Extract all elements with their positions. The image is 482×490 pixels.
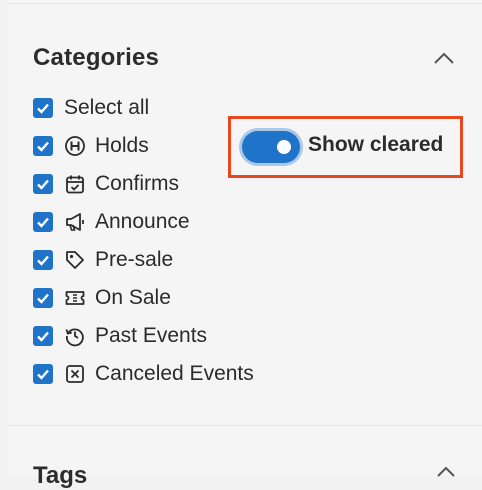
megaphone-icon — [64, 211, 86, 233]
divider — [8, 425, 482, 426]
checkbox[interactable] — [33, 288, 53, 308]
x-square-icon — [64, 363, 86, 385]
checkbox[interactable] — [33, 174, 53, 194]
tag-icon — [64, 249, 86, 271]
checkbox[interactable] — [33, 326, 53, 346]
category-canceled-events[interactable]: Canceled Events — [33, 360, 254, 388]
divider — [8, 3, 482, 4]
chevron-up-icon[interactable] — [436, 466, 456, 478]
category-label: Announce — [95, 210, 190, 233]
category-label: Select all — [64, 96, 150, 119]
calendar-check-icon — [64, 173, 86, 195]
category-label: Holds — [95, 134, 149, 157]
checkbox[interactable] — [33, 98, 53, 118]
category-label: Pre-sale — [95, 248, 174, 271]
show-cleared-toggle[interactable] — [242, 131, 300, 163]
h-circle-icon — [64, 135, 86, 157]
history-icon — [64, 325, 86, 347]
show-cleared-label: Show cleared — [308, 133, 444, 156]
category-past-events[interactable]: Past Events — [33, 322, 207, 350]
category-label: Confirms — [95, 172, 180, 195]
category-select-all[interactable]: Select all — [33, 94, 149, 122]
section-title: Categories — [33, 44, 160, 71]
ticket-icon — [64, 287, 86, 309]
chevron-up-icon[interactable] — [432, 50, 456, 66]
category-label: Past Events — [95, 324, 208, 347]
toggle-knob — [277, 140, 291, 154]
category-on-sale[interactable]: On Sale — [33, 284, 171, 312]
category-pre-sale[interactable]: Pre-sale — [33, 246, 173, 274]
checkbox[interactable] — [33, 136, 53, 156]
checkbox[interactable] — [33, 212, 53, 232]
category-announce[interactable]: Announce — [33, 208, 190, 236]
category-confirms[interactable]: Confirms — [33, 170, 179, 198]
checkbox[interactable] — [33, 364, 53, 384]
category-label: Canceled Events — [95, 362, 254, 385]
category-holds[interactable]: Holds — [33, 132, 149, 160]
checkbox[interactable] — [33, 250, 53, 270]
next-section-title: Tags — [33, 462, 88, 489]
category-label: On Sale — [95, 286, 171, 309]
